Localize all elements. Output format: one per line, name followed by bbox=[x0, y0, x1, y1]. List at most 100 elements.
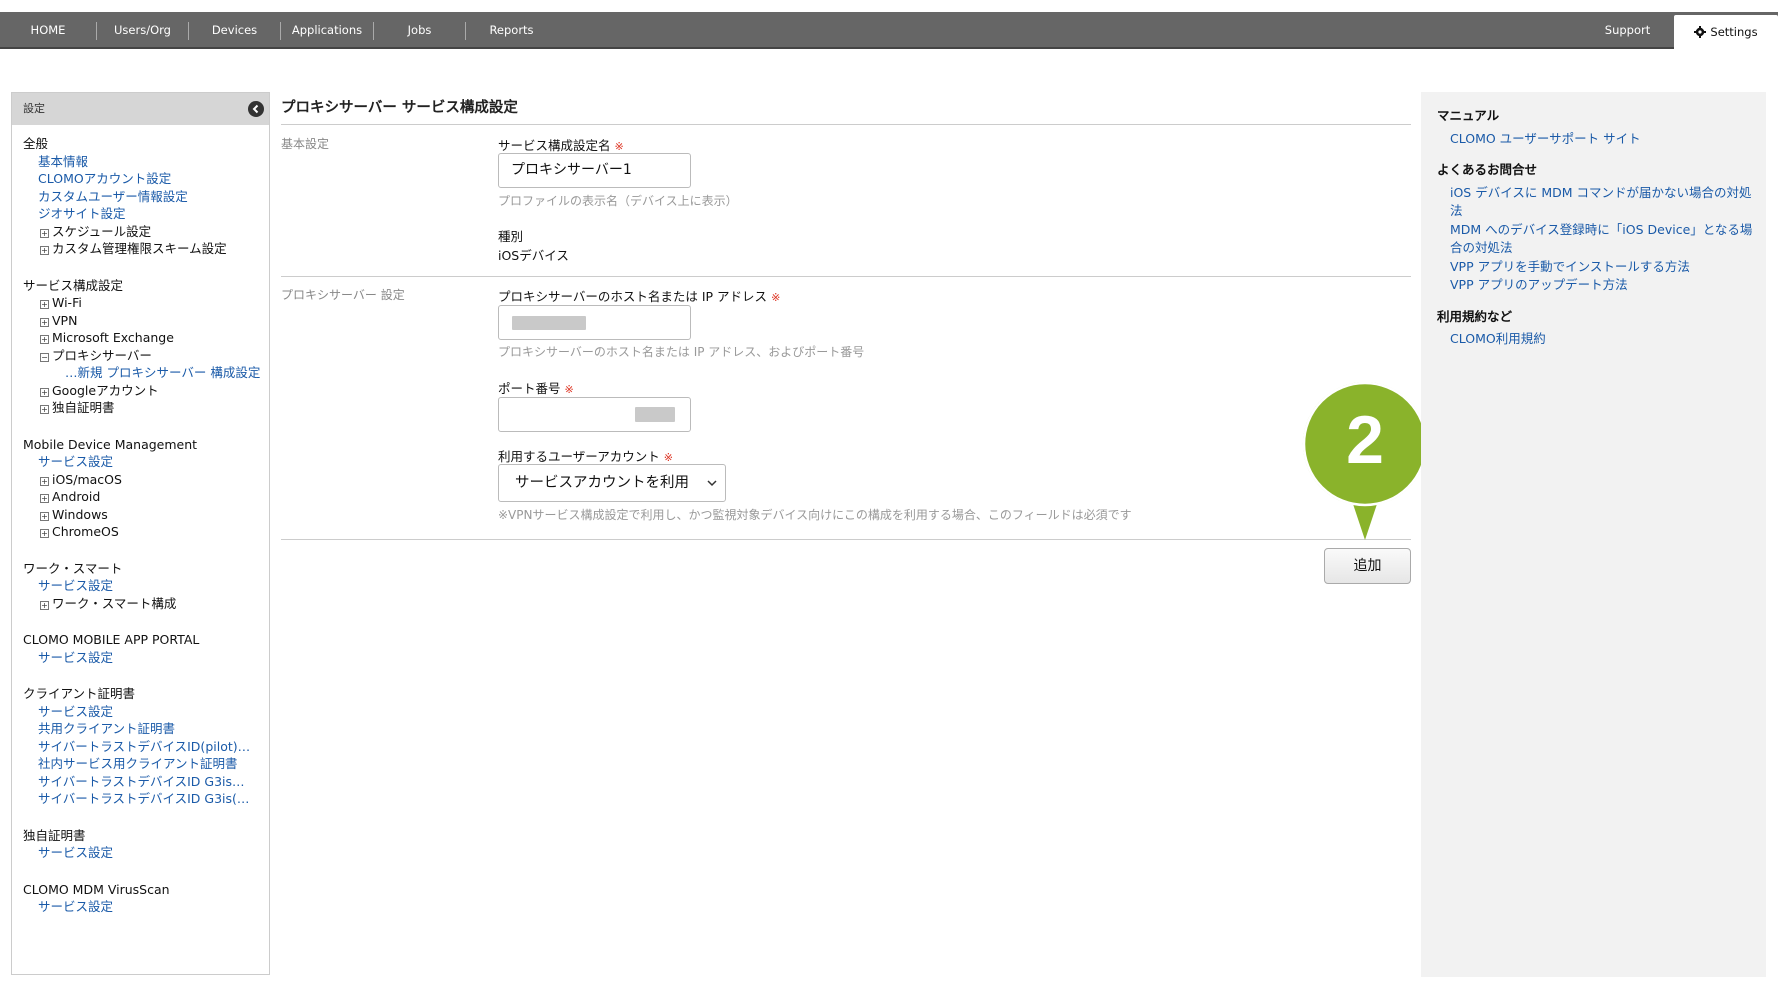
manual-link-support-site[interactable]: CLOMO ユーザーサポート サイト bbox=[1437, 130, 1755, 149]
nav-jobs[interactable]: Jobs bbox=[374, 12, 465, 49]
type-label: 種別 bbox=[498, 229, 524, 244]
top-nav-bar: HOME Users/Org Devices Applications Jobs… bbox=[0, 12, 1778, 49]
tree-label: ワーク・スマート構成 bbox=[52, 595, 177, 611]
required-mark: ※ bbox=[663, 451, 673, 464]
nav-support[interactable]: Support bbox=[1585, 12, 1670, 49]
faq-link-mdm-command[interactable]: iOS デバイスに MDM コマンドが届かない場合の対処法 bbox=[1437, 184, 1755, 221]
nav-users-org[interactable]: Users/Org bbox=[97, 12, 188, 49]
sidebar-tree-google-account[interactable]: + Googleアカウント bbox=[23, 382, 269, 400]
tree-label: Android bbox=[52, 489, 101, 504]
sidebar-tree-own-cert[interactable]: + 独自証明書 bbox=[23, 399, 269, 417]
sidebar-link-own-cert-service[interactable]: サービス設定 bbox=[23, 844, 253, 862]
tree-label: Googleアカウント bbox=[52, 382, 159, 398]
expand-icon[interactable]: + bbox=[40, 476, 49, 486]
sidebar-tree-proxy[interactable]: − プロキシサーバー bbox=[23, 347, 269, 365]
sidebar-link-cybertrust-g3is[interactable]: サイバートラストデバイスID G3is… bbox=[23, 773, 253, 791]
expand-icon[interactable]: + bbox=[40, 511, 49, 521]
sidebar-link-geosite[interactable]: ジオサイト設定 bbox=[23, 205, 253, 223]
sidebar-link-clomo-account[interactable]: CLOMOアカウント設定 bbox=[23, 170, 253, 188]
faq-link-vpp-install[interactable]: VPP アプリを手動でインストールする方法 bbox=[1437, 258, 1755, 277]
section-label-basic: 基本設定 bbox=[281, 137, 330, 151]
host-label: プロキシサーバーのホスト名または IP アドレス ※ bbox=[498, 286, 780, 305]
sidebar-tree-chromeos[interactable]: + ChromeOS bbox=[23, 523, 269, 541]
sidebar-section-general: 全般 bbox=[23, 136, 49, 151]
sidebar-menu: 全般 基本情報 CLOMOアカウント設定 カスタムユーザー情報設定 ジオサイト設… bbox=[12, 125, 269, 916]
sidebar-link-mdm-service[interactable]: サービス設定 bbox=[23, 453, 253, 471]
nav-settings-tab[interactable]: Settings bbox=[1674, 15, 1778, 49]
sidebar-link-shared-client-cert[interactable]: 共用クライアント証明書 bbox=[23, 720, 253, 738]
sidebar-link-client-cert-service[interactable]: サービス設定 bbox=[23, 703, 253, 721]
account-label-text: 利用するユーザーアカウント bbox=[498, 449, 660, 464]
config-name-input[interactable]: プロキシサーバー1 bbox=[498, 153, 691, 188]
sidebar-tree-schedule[interactable]: + スケジュール設定 bbox=[23, 223, 269, 241]
faq-link-ios-device[interactable]: MDM へのデバイス登録時に「iOS Device」となる場合の対処法 bbox=[1437, 221, 1755, 258]
manual-title: マニュアル bbox=[1437, 108, 1500, 123]
sidebar-link-virusscan-service[interactable]: サービス設定 bbox=[23, 898, 253, 916]
expand-icon[interactable]: + bbox=[40, 600, 49, 610]
sidebar-title: 設定 bbox=[23, 102, 45, 115]
host-label-text: プロキシサーバーのホスト名または IP アドレス bbox=[498, 289, 768, 304]
sidebar-tree-ios-macos[interactable]: + iOS/macOS bbox=[23, 471, 269, 489]
section-label-proxy: プロキシサーバー 設定 bbox=[281, 288, 405, 302]
collapse-icon[interactable]: − bbox=[40, 352, 49, 362]
sidebar-tree-work-config[interactable]: + ワーク・スマート構成 bbox=[23, 595, 269, 613]
expand-icon[interactable]: + bbox=[40, 529, 49, 538]
tree-label: iOS/macOS bbox=[52, 471, 122, 487]
sidebar-tree-windows[interactable]: + Windows bbox=[23, 506, 269, 524]
sidebar-link-basic-info[interactable]: 基本情報 bbox=[23, 153, 253, 171]
sidebar-section-own-cert: 独自証明書 bbox=[23, 827, 86, 843]
nav-reports[interactable]: Reports bbox=[466, 12, 557, 49]
sidebar-link-new-proxy-config[interactable]: …新規 プロキシサーバー 構成設定 bbox=[23, 364, 263, 382]
step-number: 2 bbox=[1346, 402, 1384, 478]
sidebar-tree-custom-permission[interactable]: + カスタム管理権限スキーム設定 bbox=[23, 240, 269, 258]
sidebar-link-cybertrust-g3is-2[interactable]: サイバートラストデバイスID G3is(… bbox=[23, 790, 253, 808]
account-note: ※VPNサービス構成設定で利用し、かつ監視対象デバイス向けにこの構成を利用する場… bbox=[498, 508, 1132, 522]
faq-link-vpp-update[interactable]: VPP アプリのアップデート方法 bbox=[1437, 276, 1755, 295]
sidebar-section-virusscan: CLOMO MDM VirusScan bbox=[23, 881, 170, 897]
sidebar-link-work-service[interactable]: サービス設定 bbox=[23, 577, 253, 595]
nav-applications[interactable]: Applications bbox=[281, 12, 373, 49]
nav-devices[interactable]: Devices bbox=[189, 12, 280, 49]
redacted-port-value bbox=[635, 407, 675, 422]
expand-icon[interactable]: + bbox=[40, 387, 49, 397]
config-name-label-text: サービス構成設定名 bbox=[498, 138, 611, 153]
sidebar-link-internal-client-cert[interactable]: 社内サービス用クライアント証明書 bbox=[23, 755, 253, 773]
expand-icon[interactable]: + bbox=[40, 246, 49, 255]
add-button[interactable]: 追加 bbox=[1324, 548, 1411, 584]
required-mark: ※ bbox=[564, 383, 574, 396]
account-select[interactable]: サービスアカウントを利用 bbox=[498, 464, 726, 502]
expand-icon[interactable]: + bbox=[40, 335, 49, 344]
expand-icon[interactable]: + bbox=[40, 317, 49, 327]
nav-home[interactable]: HOME bbox=[0, 12, 96, 49]
sidebar-tree-android[interactable]: + Android bbox=[23, 488, 269, 506]
sidebar-tree-exchange[interactable]: + Microsoft Exchange bbox=[23, 329, 269, 347]
terms-link-clomo[interactable]: CLOMO利用規約 bbox=[1437, 330, 1755, 349]
sidebar-link-cybertrust-pilot[interactable]: サイバートラストデバイスID(pilot)… bbox=[23, 738, 253, 756]
port-label-text: ポート番号 bbox=[498, 381, 561, 396]
expand-icon[interactable]: + bbox=[40, 300, 49, 309]
expand-icon[interactable]: + bbox=[40, 494, 49, 503]
app-window: HOME Users/Org Devices Applications Jobs… bbox=[0, 0, 1778, 1000]
tree-label: ChromeOS bbox=[52, 524, 119, 539]
config-name-hint: プロファイルの表示名（デバイス上に表示） bbox=[498, 194, 738, 208]
sidebar-section-app-portal: CLOMO MOBILE APP PORTAL bbox=[23, 632, 200, 647]
expand-icon[interactable]: + bbox=[40, 405, 49, 414]
tree-label: スケジュール設定 bbox=[52, 223, 152, 239]
tree-label: VPN bbox=[52, 312, 78, 328]
sidebar-tree-wifi[interactable]: + Wi-Fi bbox=[23, 294, 269, 312]
sidebar-link-custom-user-info[interactable]: カスタムユーザー情報設定 bbox=[23, 188, 253, 206]
sidebar-section-client-cert: クライアント証明書 bbox=[23, 686, 136, 701]
section-divider bbox=[281, 276, 1411, 277]
chevron-left-icon bbox=[252, 104, 259, 114]
main-content: プロキシサーバー サービス構成設定 基本設定 サービス構成設定名 ※ プロキシサー… bbox=[281, 92, 1411, 972]
host-input[interactable] bbox=[498, 305, 691, 340]
help-pane: マニュアル CLOMO ユーザーサポート サイト よくあるお問合せ iOS デバ… bbox=[1421, 92, 1766, 977]
chevron-down-icon bbox=[707, 480, 717, 487]
expand-icon[interactable]: + bbox=[40, 228, 49, 238]
sidebar-link-portal-service[interactable]: サービス設定 bbox=[23, 649, 253, 667]
gear-icon bbox=[1694, 26, 1707, 38]
collapse-sidebar-button[interactable] bbox=[248, 101, 264, 117]
page-title: プロキシサーバー サービス構成設定 bbox=[281, 92, 1411, 125]
port-input[interactable] bbox=[498, 397, 691, 432]
sidebar-tree-vpn[interactable]: + VPN bbox=[23, 312, 269, 330]
